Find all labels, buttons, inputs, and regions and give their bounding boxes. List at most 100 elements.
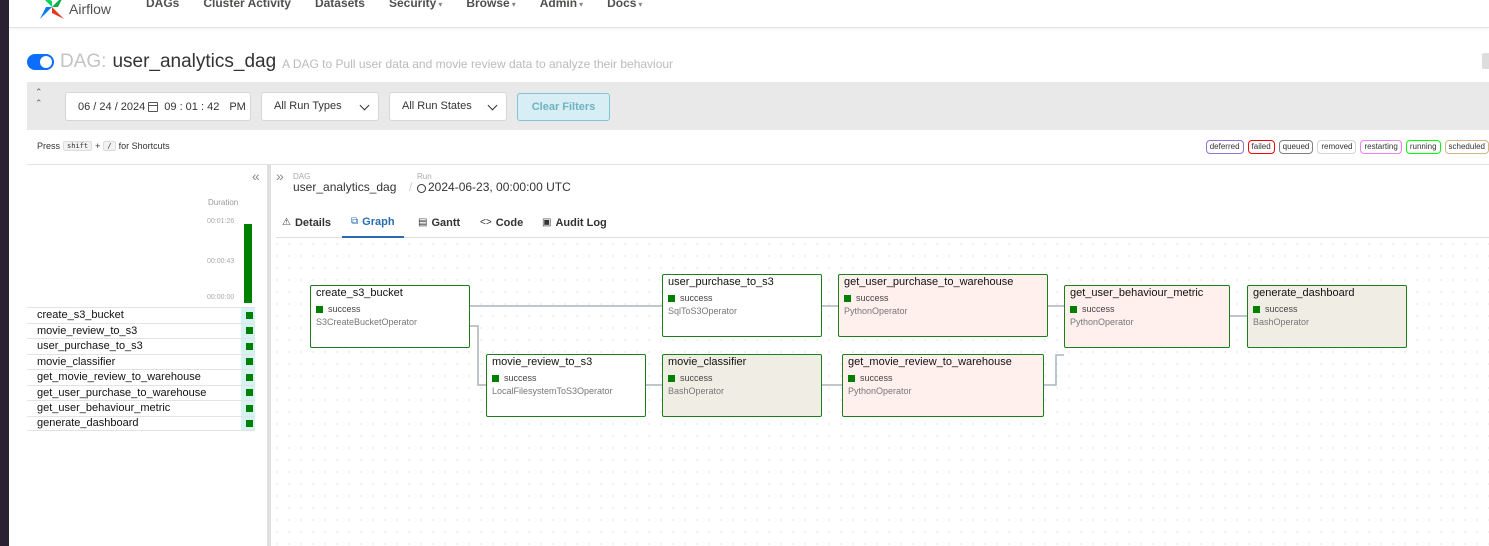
shift-key: shift: [63, 141, 93, 151]
task-instance-square[interactable]: [246, 373, 253, 381]
node-task-id: movie_classifier: [668, 356, 747, 368]
calendar-icon[interactable]: [148, 101, 159, 112]
task-instance-square[interactable]: [246, 358, 253, 366]
graph-node-generate-dashboard[interactable]: generate_dashboard success BashOperator: [1247, 285, 1407, 348]
clear-filters-button[interactable]: Clear Filters: [517, 93, 610, 121]
nav-item-security[interactable]: Security ▾: [389, 0, 442, 10]
header-action-stub[interactable]: [1482, 53, 1489, 69]
graph-icon: ⧉: [351, 216, 359, 227]
tab-graph[interactable]: ⧉ Graph: [342, 207, 404, 238]
node-state: success: [668, 293, 713, 303]
legend-removed[interactable]: removed: [1317, 140, 1357, 154]
node-state-text: success: [328, 304, 361, 314]
node-state: success: [844, 293, 889, 303]
node-state: success: [848, 373, 893, 383]
node-operator: PythonOperator: [1070, 317, 1134, 327]
task-instance-square[interactable]: [246, 389, 253, 397]
node-state: success: [1253, 304, 1298, 314]
run-datetime: 2024-06-23, 00:00:00 UTC: [428, 180, 571, 194]
duration-tick: 00:00:00: [207, 294, 235, 301]
chevron-down-icon: [359, 100, 370, 111]
graph-node-movie-review-to-s3[interactable]: movie_review_to_s3 success LocalFilesystem…: [486, 354, 646, 417]
filter-bar: ⌃ ⌃ 06 / 24 / 2024 09 : 01 : 42 PM All Ru…: [27, 82, 1489, 130]
dag-graph-canvas[interactable]: create_s3_bucket success S3CreateBucketOpe…: [271, 238, 1489, 546]
task-row[interactable]: get_movie_review_to_warehouse: [27, 369, 255, 385]
tab-code[interactable]: <> Code: [480, 207, 523, 238]
graph-node-user-purchase-to-s3[interactable]: user_purchase_to_s3 success SqlToS3Operato…: [662, 274, 822, 337]
node-state: success: [316, 304, 361, 314]
nav-item-datasets[interactable]: Datasets: [315, 0, 365, 10]
state-square-icon: [316, 305, 323, 313]
node-task-id: create_s3_bucket: [316, 287, 403, 299]
slash-key: /: [103, 141, 116, 151]
task-row[interactable]: get_user_behaviour_metric: [27, 400, 255, 416]
legend-deferred[interactable]: deferred: [1205, 140, 1244, 154]
nav-item-label: Security: [388, 0, 437, 10]
dag-pause-toggle[interactable]: [27, 54, 54, 70]
detail-tabs: ⚠ Details ⧉ Graph ▤ Gantt <> Code ▣ Audit Log: [276, 207, 1489, 238]
dag-description: A DAG to Pull user data and movie review…: [282, 57, 674, 71]
task-row[interactable]: user_purchase_to_s3: [27, 338, 255, 354]
tab-details[interactable]: ⚠ Details: [282, 207, 331, 238]
tab-label: Details: [294, 216, 332, 229]
node-state-text: success: [1082, 304, 1115, 314]
node-task-id: get_user_purchase_to_warehouse: [844, 276, 1014, 288]
nav-item-label: Admin: [539, 0, 578, 10]
dropdown-caret-icon: ▾: [438, 0, 443, 9]
nav-item-label: Browse: [466, 0, 510, 10]
legend-restarting[interactable]: restarting: [1360, 140, 1402, 154]
tab-audit-log[interactable]: ▣ Audit Log: [542, 207, 607, 238]
legend-failed[interactable]: failed: [1247, 140, 1275, 154]
tab-label: Gantt: [431, 216, 461, 229]
dag-title: user_analytics_dag: [112, 51, 277, 72]
state-square-icon: [1253, 305, 1260, 313]
legend-running[interactable]: running: [1405, 140, 1441, 154]
node-operator: PythonOperator: [848, 386, 912, 396]
graph-node-get-user-behaviour-metric[interactable]: get_user_behaviour_metric success PythonOp…: [1064, 285, 1230, 348]
nav-item-admin[interactable]: Admin ▾: [540, 0, 583, 10]
task-row[interactable]: movie_classifier: [27, 353, 255, 370]
breadcrumb-run-link[interactable]: 2024-06-23, 00:00:00 UTC: [417, 180, 571, 194]
task-row[interactable]: movie_review_to_s3: [27, 322, 255, 339]
breadcrumb-separator: /: [409, 180, 413, 194]
breadcrumb-dag-link[interactable]: user_analytics_dag: [293, 180, 396, 194]
shortcut-suffix-text: for Shortcuts: [118, 141, 170, 151]
graph-node-get-user-purchase-to-warehouse[interactable]: get_user_purchase_to_warehousesuccess Pyt…: [838, 274, 1048, 337]
dag-prefix: DAG:: [60, 51, 107, 72]
node-operator: PythonOperator: [844, 306, 908, 316]
chevron-down-icon: [487, 100, 498, 111]
tab-gantt[interactable]: ▤ Gantt: [418, 207, 460, 238]
expand-grid-icon[interactable]: »: [276, 168, 284, 184]
graph-node-get-movie-review-to-warehouse[interactable]: get_movie_review_to_warehouse success Pyth…: [842, 354, 1044, 417]
nav-item-dags[interactable]: DAGs: [146, 0, 179, 10]
task-row[interactable]: generate_dashboard: [27, 415, 255, 431]
task-instance-square[interactable]: [246, 311, 253, 319]
task-row[interactable]: get_user_purchase_to_warehouse: [27, 384, 255, 401]
task-row[interactable]: create_s3_bucket: [27, 307, 255, 323]
edge-movie-warehouse-to-metric: [1044, 354, 1064, 386]
base-date-input[interactable]: 06 / 24 / 2024 09 : 01 : 42 PM: [65, 92, 251, 121]
collapse-filters-icon[interactable]: ⌃ ⌃: [35, 87, 43, 109]
run-state-select[interactable]: All Run States: [389, 92, 507, 121]
collapse-grid-icon[interactable]: «: [252, 168, 260, 184]
graph-node-movie-classifier[interactable]: movie_classifier success BashOperator: [662, 354, 822, 417]
legend-scheduled[interactable]: scheduled: [1444, 140, 1489, 154]
task-instance-square[interactable]: [246, 327, 253, 335]
tab-label: Audit Log: [555, 216, 607, 229]
node-state: success: [1070, 304, 1115, 314]
task-instance-square[interactable]: [246, 419, 253, 427]
nav-item-browse[interactable]: Browse ▾: [466, 0, 515, 10]
legend-queued[interactable]: queued: [1278, 140, 1314, 154]
state-square-icon: [668, 294, 675, 302]
graph-node-create-s3-bucket[interactable]: create_s3_bucket success S3CreateBucketOpe…: [310, 285, 470, 348]
nav-item-cluster-activity[interactable]: Cluster Activity: [203, 0, 291, 10]
run-type-value: All Run Types: [274, 100, 342, 112]
run-duration-bar[interactable]: [244, 224, 252, 303]
dropdown-caret-icon: ▾: [511, 0, 516, 9]
task-instance-square[interactable]: [246, 342, 253, 350]
brand[interactable]: Airflow: [37, 0, 111, 22]
task-instance-square[interactable]: [246, 404, 253, 412]
nav-item-docs[interactable]: Docs ▾: [607, 0, 642, 10]
node-operator: LocalFilesystemToS3Operator: [492, 386, 613, 396]
run-type-select[interactable]: All Run Types: [261, 92, 379, 121]
